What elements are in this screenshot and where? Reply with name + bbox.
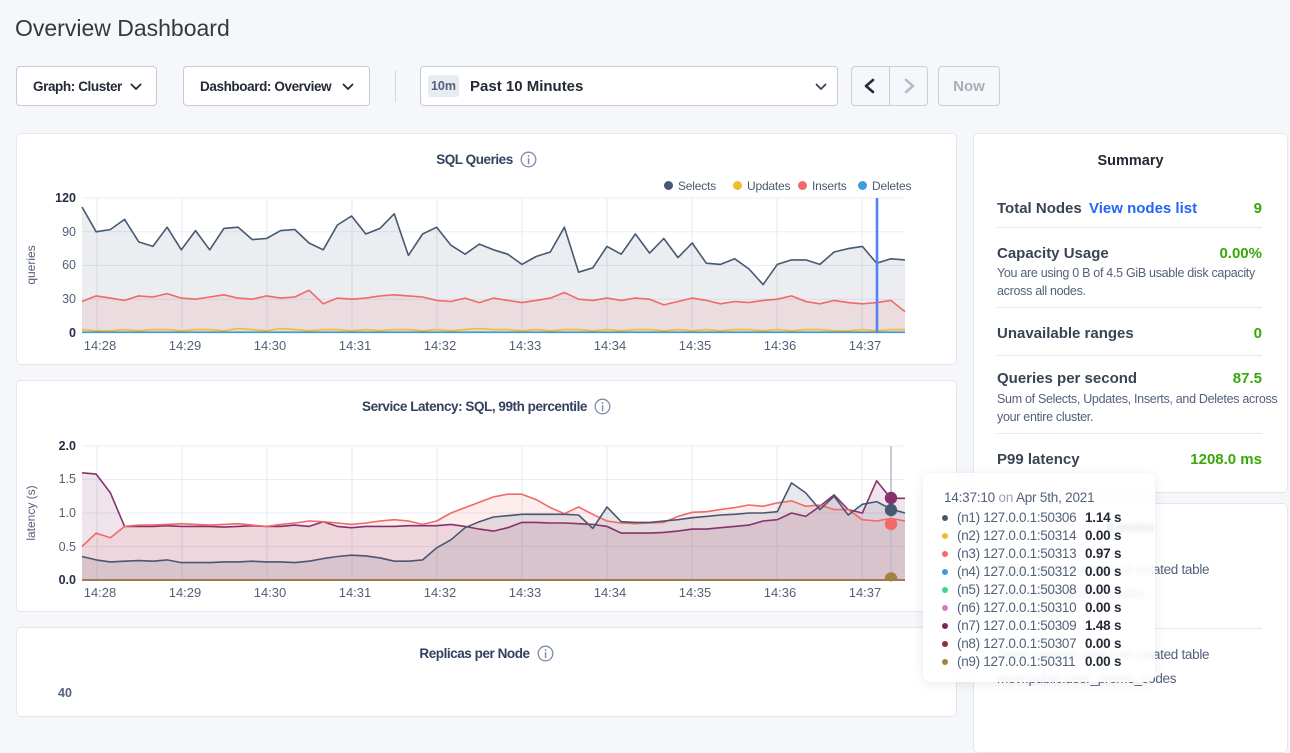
svg-text:queries: queries xyxy=(24,245,38,284)
svg-text:latency (s): latency (s) xyxy=(24,485,38,540)
